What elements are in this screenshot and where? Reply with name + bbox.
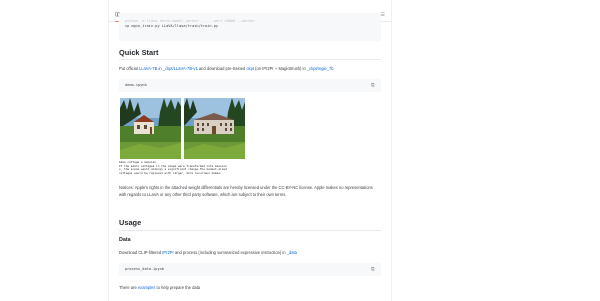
link-ipr2pr[interactable]: IPr2Pr xyxy=(162,250,174,255)
heading-divider xyxy=(119,59,381,60)
example-caption: make cottage a mansion If the small cott… xyxy=(119,160,251,175)
outline-menu-icon[interactable]: ☰ xyxy=(381,9,385,22)
code-block-demo: demo.ipynb ⧉ xyxy=(119,79,381,92)
examples-paragraph: There are examples to help prepare the d… xyxy=(119,284,381,291)
notices-paragraph: Notices: Apple's rights in the attached … xyxy=(119,185,373,197)
quick-start-paragraph: Put official LLaVA-7B in _ckpt/LLaVA-7B-… xyxy=(119,65,381,72)
link-ckpt[interactable]: ckpt xyxy=(246,66,254,71)
heading-quick-start: Quick Start xyxy=(119,48,159,57)
text: There are xyxy=(119,285,138,290)
code-line: cp mgie_train.py LLaVA/llava/train/train… xyxy=(125,24,219,28)
link-ckpt-llava-dir[interactable]: _ckpt/LLaVA-7B-v1 xyxy=(163,66,198,71)
link-examples[interactable]: examples xyxy=(138,285,156,290)
code-block-process-data: process_data.ipynb ⧉ xyxy=(119,263,381,276)
code-text: demo.ipynb xyxy=(125,83,147,87)
code-text: process_data.ipynb xyxy=(125,267,164,271)
code-line-faded: python -m llava.serve.model_worker ... -… xyxy=(125,19,255,23)
link-data-dir[interactable]: _data xyxy=(287,250,297,255)
code-block-top: python -m llava.serve.model_worker ... -… xyxy=(119,13,381,41)
text: and download pre-trained xyxy=(197,66,247,71)
text: and process (including summarized expres… xyxy=(173,250,287,255)
text: Download CLIP-filtered xyxy=(119,250,163,255)
heading-data: Data xyxy=(119,237,131,243)
copy-icon[interactable]: ⧉ xyxy=(371,83,376,88)
text: to help prepare the data xyxy=(155,285,201,290)
data-paragraph: Download CLIP-filtered IPr2Pr and proces… xyxy=(119,249,381,256)
copy-icon[interactable]: ⧉ xyxy=(371,267,376,272)
readme-panel: README Code of conduct License ☰ python … xyxy=(108,0,392,301)
link-ckpt-mgie-dir[interactable]: _ckpt/mgie_7b xyxy=(307,66,334,71)
caption-line: cottages would be replaced with larger, … xyxy=(119,170,222,175)
example-image-output xyxy=(184,98,245,159)
link-llava-7b[interactable]: LLaVA-7B xyxy=(139,66,157,71)
heading-divider xyxy=(119,230,381,231)
text: Put official xyxy=(119,66,139,71)
text: (on IPr2Pr + MagicBrush) in xyxy=(253,66,307,71)
example-image-input xyxy=(120,98,181,159)
heading-usage: Usage xyxy=(119,218,142,227)
